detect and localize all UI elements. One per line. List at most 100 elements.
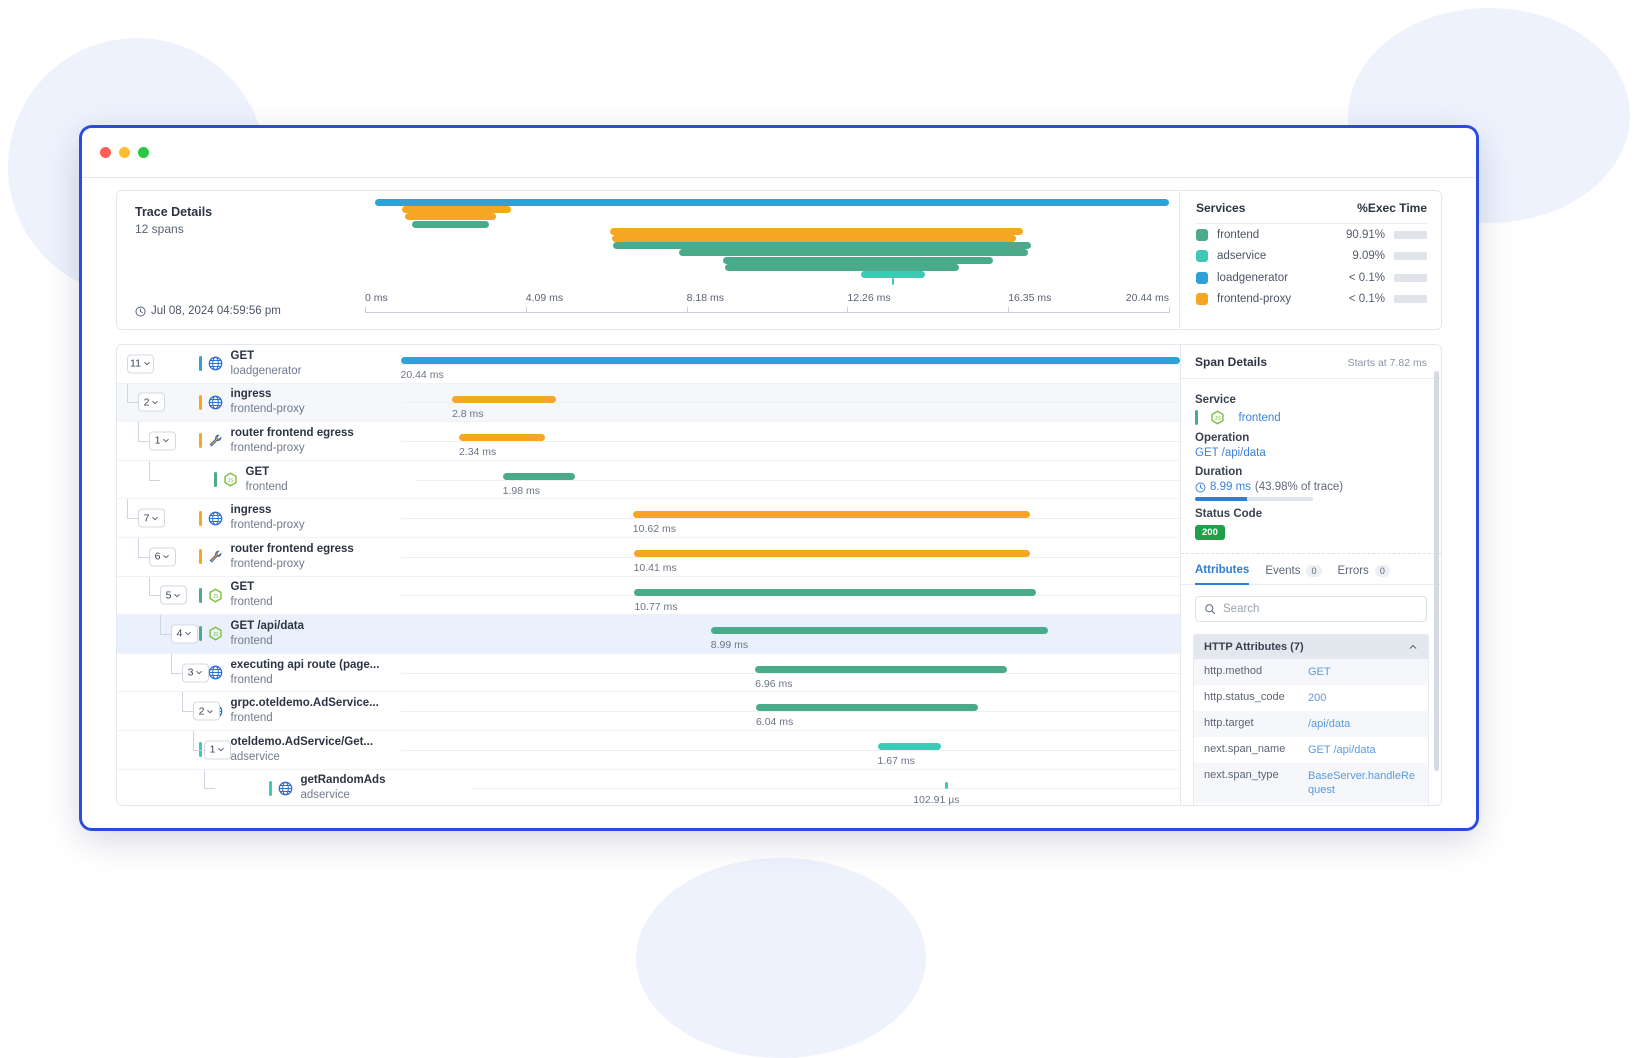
span-collapse-chip[interactable]: 11: [127, 354, 154, 374]
attributes-table-header[interactable]: HTTP Attributes (7): [1194, 634, 1428, 659]
span-duration-bar[interactable]: [945, 781, 948, 789]
span-tree-connector: 11: [117, 345, 197, 383]
span-bar-cell: 102.91 µs: [470, 770, 1180, 805]
attribute-row: next.span_name GET /api/data: [1194, 736, 1428, 763]
span-duration-bar[interactable]: [458, 434, 546, 442]
span-tree-connector: [117, 460, 197, 499]
maximize-window-button[interactable]: [138, 147, 149, 158]
span-service-name: frontend: [230, 634, 273, 647]
span-collapse-chip[interactable]: 3: [182, 663, 209, 683]
span-row[interactable]: 4 JS GET /api/data frontend 8.99 ms: [117, 615, 1180, 654]
span-operation-name: router frontend egress: [230, 426, 354, 439]
decorative-blob-bottom: [636, 858, 926, 1058]
mini-waterfall-bar: [375, 199, 1169, 206]
mini-waterfall-bar: [405, 213, 497, 221]
span-duration-bar[interactable]: [634, 588, 1036, 596]
span-guide-line: [400, 440, 1180, 442]
http-attributes-table: HTTP Attributes (7) http.method GET http.s…: [1193, 633, 1429, 805]
svg-text:JS: JS: [212, 594, 219, 600]
span-label-group: ingress frontend-proxy: [231, 503, 401, 533]
span-row[interactable]: 11 GET loadgenerator 20.44 ms: [117, 345, 1180, 384]
close-window-button[interactable]: [100, 147, 111, 158]
span-duration-bar[interactable]: [400, 357, 1180, 364]
tab-events[interactable]: Events 0: [1265, 564, 1322, 584]
span-color-bar: [199, 626, 202, 642]
span-operation-name: ingress: [230, 504, 272, 517]
search-input[interactable]: [1223, 602, 1418, 615]
globe-icon: [208, 356, 222, 371]
span-type-indicator: [269, 780, 301, 796]
tab-label: Events: [1265, 564, 1301, 577]
span-row[interactable]: JS GET frontend 1.98 ms: [117, 460, 1180, 500]
service-value[interactable]: frontend: [1239, 412, 1281, 424]
mini-waterfall-bar: [678, 249, 1028, 257]
span-collapse-chip[interactable]: 2: [193, 701, 220, 721]
axis-label: 8.18 ms: [686, 292, 724, 304]
attribute-value[interactable]: BaseServer.handleRequest: [1308, 769, 1418, 797]
span-row[interactable]: 1 oteldemo.AdService/Get... adservice 1.67 …: [117, 730, 1180, 770]
span-collapse-chip[interactable]: 1: [149, 431, 176, 451]
span-duration-bar[interactable]: [451, 395, 556, 403]
attributes-search[interactable]: [1195, 595, 1427, 622]
span-duration-bar[interactable]: [633, 549, 1030, 557]
span-collapse-chip[interactable]: 6: [149, 547, 176, 567]
duration-percent: (43.98% of trace): [1254, 481, 1344, 493]
span-collapse-chip[interactable]: 5: [160, 585, 187, 605]
service-label: Service: [1195, 394, 1236, 406]
span-row[interactable]: 6 router frontend egress frontend-proxy 10.…: [117, 537, 1180, 577]
span-row[interactable]: getRandomAds adservice 102.91 µs: [117, 769, 1180, 805]
service-legend-row[interactable]: frontend-proxy < 0.1%: [1196, 289, 1427, 311]
span-color-bar: [199, 433, 202, 449]
axis-label: 0 ms: [365, 292, 388, 304]
span-duration-bar[interactable]: [502, 472, 575, 480]
span-row[interactable]: 5 JS GET frontend 10.77 ms: [117, 576, 1180, 616]
service-legend-row[interactable]: frontend 90.91%: [1196, 224, 1427, 246]
span-duration-bar[interactable]: [710, 627, 1049, 635]
span-collapse-chip[interactable]: 4: [171, 624, 198, 644]
trace-timestamp: Jul 08, 2024 04:59:56 pm: [135, 305, 281, 317]
service-color-swatch: [1196, 250, 1208, 263]
span-operation-name: GET /api/data: [230, 619, 305, 632]
span-details-starts-at: Starts at 7.82 ms: [1347, 357, 1427, 369]
attribute-value[interactable]: 200: [1308, 691, 1326, 705]
attribute-value[interactable]: /api/data: [1308, 717, 1350, 731]
mini-waterfall-bar: [722, 256, 994, 264]
span-collapse-chip[interactable]: 2: [138, 392, 165, 412]
service-name: adservice: [1217, 250, 1267, 263]
mini-waterfall-bar: [612, 242, 1032, 250]
span-row[interactable]: 7 ingress frontend-proxy 10.62 ms: [117, 499, 1180, 538]
span-duration-bar[interactable]: [755, 704, 979, 712]
service-name: frontend-proxy: [1217, 293, 1292, 306]
attribute-value[interactable]: GET: [1308, 665, 1331, 679]
span-row[interactable]: 3 executing api route (page... frontend 6.9…: [117, 653, 1180, 693]
span-duration-text: 6.96 ms: [755, 677, 793, 690]
axis-tick: [1008, 307, 1010, 313]
duration-value-row: 8.99 ms (43.98% of trace): [1195, 481, 1427, 493]
span-row[interactable]: 2 ingress frontend-proxy 2.8 ms: [117, 383, 1180, 423]
service-legend-row[interactable]: adservice 9.09%: [1196, 246, 1427, 268]
tab-count: 0: [1306, 564, 1322, 577]
tab-attributes[interactable]: Attributes: [1195, 564, 1250, 585]
service-legend-row[interactable]: loadgenerator < 0.1%: [1196, 267, 1427, 289]
span-collapse-chip[interactable]: 7: [138, 508, 165, 528]
span-type-indicator: [199, 394, 231, 410]
attribute-key: http.status_code: [1204, 690, 1285, 703]
span-operation-name: ingress: [230, 388, 272, 401]
chevron-up-icon[interactable]: [1408, 642, 1418, 652]
tab-errors[interactable]: Errors 0: [1337, 564, 1390, 584]
span-duration-bar[interactable]: [632, 511, 1031, 519]
details-scrollbar[interactable]: [1434, 371, 1439, 771]
axis-tick: [365, 307, 366, 313]
tab-label: Errors: [1337, 564, 1369, 577]
span-row[interactable]: 1 router frontend egress frontend-proxy 2.3…: [117, 422, 1180, 461]
span-collapse-chip[interactable]: 1: [204, 740, 231, 760]
attributes-rows: http.method GET http.status_code 200 http.ta…: [1194, 658, 1428, 805]
minimize-window-button[interactable]: [119, 147, 130, 158]
span-duration-bar[interactable]: [877, 742, 941, 750]
attribute-value[interactable]: GET /api/data: [1308, 743, 1376, 757]
span-row[interactable]: 2 grpc.oteldemo.AdService... frontend 6.04 …: [117, 692, 1180, 731]
span-duration-bar[interactable]: [755, 665, 1007, 673]
operation-value[interactable]: GET /api/data: [1195, 447, 1427, 459]
attribute-row: http.target/api/data: [1194, 710, 1428, 737]
axis-tick: [847, 307, 849, 313]
